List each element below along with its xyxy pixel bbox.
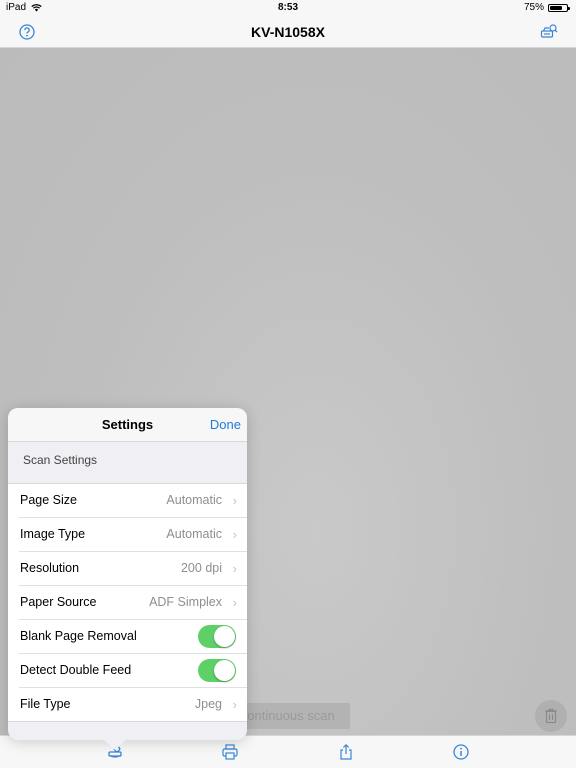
setting-label: Detect Double Feed [20, 663, 132, 677]
status-time: 8:53 [277, 2, 298, 13]
setting-value: 200 dpi [180, 561, 222, 575]
setting-label: Blank Page Removal [20, 629, 137, 643]
chevron-right-icon: › [232, 561, 237, 576]
share-icon[interactable] [337, 743, 355, 761]
detect-double-feed-toggle[interactable] [198, 659, 236, 682]
popover-arrow [103, 739, 127, 750]
print-icon[interactable] [221, 743, 239, 761]
trash-icon [545, 708, 557, 724]
settings-list: Page Size Automatic › Image Type Automat… [8, 483, 247, 722]
setting-label: Resolution [20, 561, 80, 575]
navigation-bar: KV-N1058X [0, 16, 576, 48]
setting-row-blank-page-removal: Blank Page Removal [19, 620, 247, 654]
setting-row-image-type[interactable]: Image Type Automatic › [19, 518, 247, 552]
battery-percent: 75% [523, 2, 544, 13]
setting-value: ADF Simplex [149, 595, 222, 609]
setting-row-file-type[interactable]: File Type Jpeg › [8, 688, 247, 722]
done-button[interactable]: Done [210, 417, 241, 432]
scanner-search-icon[interactable] [540, 23, 558, 41]
section-title: Scan Settings [23, 453, 98, 467]
setting-label: File Type [20, 697, 71, 711]
setting-row-detect-double-feed: Detect Double Feed [19, 654, 247, 688]
delete-button[interactable] [535, 700, 567, 732]
chevron-right-icon: › [232, 595, 237, 610]
setting-label: Page Size [20, 493, 77, 507]
continuous-scan-button[interactable]: ontinuous scan [232, 703, 350, 729]
toggle-knob [214, 660, 235, 681]
popover-header: Settings Done [8, 408, 247, 442]
status-bar: iPad 8:53 75% [0, 0, 576, 16]
setting-value: Jpeg [194, 697, 222, 711]
setting-row-resolution[interactable]: Resolution 200 dpi › [19, 552, 247, 586]
blank-page-removal-toggle[interactable] [198, 625, 236, 648]
setting-label: Paper Source [20, 595, 97, 609]
setting-label: Image Type [20, 527, 86, 541]
setting-row-paper-source[interactable]: Paper Source ADF Simplex › [19, 586, 247, 620]
setting-value: Automatic [166, 493, 222, 507]
chevron-right-icon: › [232, 697, 237, 712]
setting-value: Automatic [166, 527, 222, 541]
settings-popover: Settings Done Scan Settings Page Size Au… [8, 408, 247, 750]
toggle-knob [214, 626, 235, 647]
page-title: KV-N1058X [251, 24, 325, 40]
section-header: Scan Settings [8, 442, 247, 483]
chevron-right-icon: › [232, 527, 237, 542]
setting-row-page-size[interactable]: Page Size Automatic › [19, 484, 247, 518]
battery-icon [548, 3, 570, 12]
info-icon[interactable] [452, 743, 470, 761]
chevron-right-icon: › [232, 493, 237, 508]
